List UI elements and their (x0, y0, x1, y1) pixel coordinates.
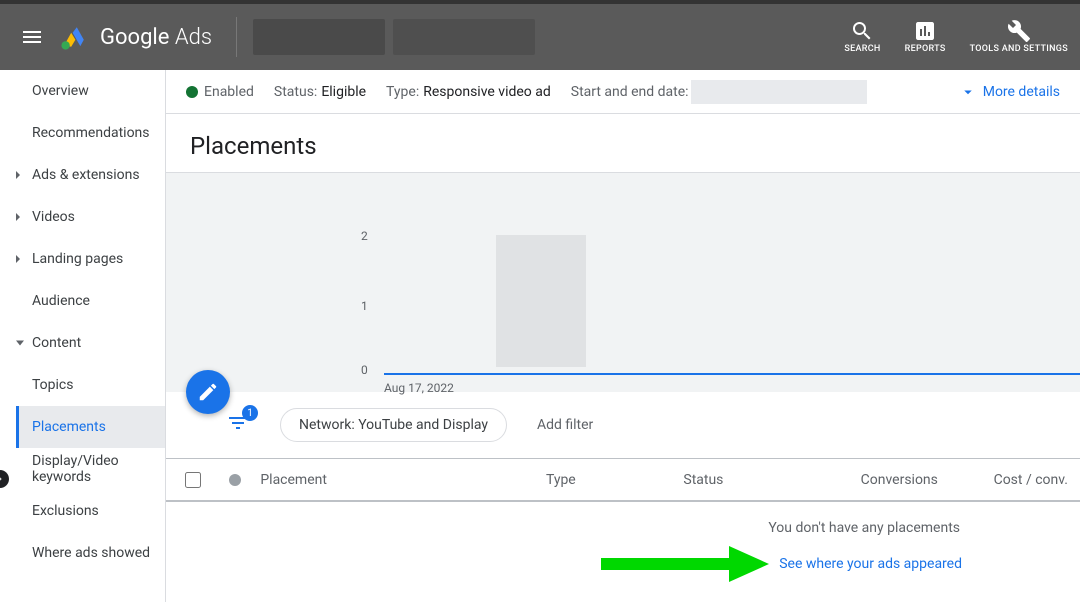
wrench-icon (1007, 19, 1031, 43)
sidebar-item-videos[interactable]: Videos (0, 196, 165, 238)
empty-message: You don't have any placements (166, 502, 1080, 544)
search-icon (850, 19, 874, 43)
table-header: Placement Type Status Conversions Cost /… (166, 458, 1080, 502)
reports-button[interactable]: REPORTS (905, 19, 946, 55)
sidebar-item-recommendations[interactable]: Recommendations (0, 112, 165, 154)
chevron-right-icon (0, 474, 5, 484)
chart: 2 1 0 Aug 17, 2022 (166, 172, 1080, 392)
sidebar-sub-topics[interactable]: Topics (18, 364, 165, 406)
page-title: Placements (190, 132, 1056, 160)
y-tick: 1 (361, 299, 368, 313)
status-dates: Start and end date: (571, 80, 867, 104)
status-eligibility: Status: Eligible (274, 84, 366, 100)
sidebar-item-overview[interactable]: Overview (0, 70, 165, 112)
chevron-down-icon (959, 83, 977, 101)
edit-fab[interactable] (186, 370, 230, 414)
status-type: Type: Responsive video ad (386, 84, 551, 100)
search-button[interactable]: SEARCH (844, 19, 880, 55)
account-selector[interactable] (253, 19, 535, 55)
th-conversions[interactable]: Conversions (820, 472, 950, 488)
sidebar-item-landing-pages[interactable]: Landing pages (0, 238, 165, 280)
status-enabled[interactable]: Enabled (186, 84, 254, 100)
y-tick: 0 (361, 363, 368, 377)
annotation-arrow (601, 544, 771, 584)
more-details-button[interactable]: More details (959, 83, 1060, 101)
status-bar: Enabled Status: Eligible Type: Responsiv… (166, 70, 1080, 114)
sidebar-item-ads-extensions[interactable]: Ads & extensions (0, 154, 165, 196)
sidebar-sub-exclusions[interactable]: Exclusions (18, 490, 165, 532)
sidebar-item-content[interactable]: Content (0, 322, 165, 364)
app-header: Google Ads SEARCH REPORTS TOOLS AND SETT… (0, 4, 1080, 70)
filter-button[interactable]: 1 (226, 411, 250, 439)
sidebar-sub-placements[interactable]: Placements (16, 406, 165, 448)
menu-icon[interactable] (12, 17, 52, 57)
y-tick: 2 (361, 229, 368, 243)
x-axis (384, 373, 1080, 375)
filter-badge: 1 (242, 405, 258, 421)
logo[interactable]: Google Ads (52, 23, 220, 51)
see-where-ads-appeared-link[interactable]: See where your ads appeared (779, 556, 962, 572)
sidebar-expand-toggle[interactable] (0, 470, 9, 488)
add-filter-button[interactable]: Add filter (537, 417, 593, 433)
status-dot-icon (186, 86, 198, 98)
date-display[interactable] (691, 80, 867, 104)
x-axis-label: Aug 17, 2022 (384, 381, 454, 395)
filter-row: 1 Network: YouTube and Display Add filte… (166, 392, 1080, 458)
sidebar-sub-where-ads-showed[interactable]: Where ads showed (18, 532, 165, 574)
chart-bar (496, 235, 586, 367)
tools-settings-button[interactable]: TOOLS AND SETTINGS (970, 19, 1068, 55)
th-placement[interactable]: Placement (248, 472, 534, 488)
th-status[interactable]: Status (671, 472, 819, 488)
sidebar-item-audience[interactable]: Audience (0, 280, 165, 322)
filter-chip-network[interactable]: Network: YouTube and Display (280, 408, 507, 442)
pencil-icon (197, 381, 219, 403)
select-all-checkbox[interactable] (185, 472, 201, 488)
th-type[interactable]: Type (534, 472, 671, 488)
th-cost-conv[interactable]: Cost / conv. (950, 472, 1080, 488)
reports-icon (913, 19, 937, 43)
status-column-icon (229, 474, 241, 486)
logo-text: Google Ads (100, 25, 212, 50)
sidebar-sub-display-video-keywords[interactable]: Display/Video keywords (18, 448, 165, 490)
sidebar: Overview Recommendations Ads & extension… (0, 70, 166, 602)
